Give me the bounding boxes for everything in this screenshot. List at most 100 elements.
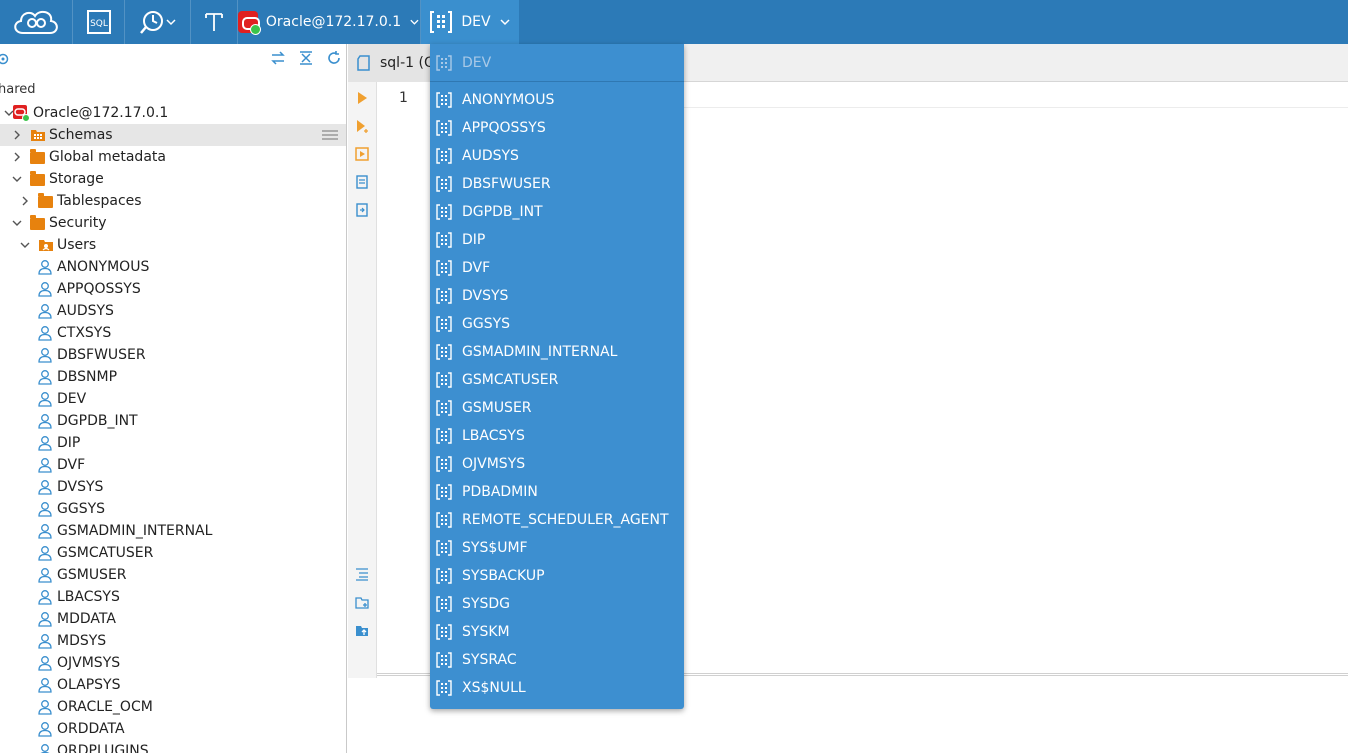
schema-option[interactable]: SYS$UMF: [430, 534, 684, 562]
schema-option[interactable]: ANONYMOUS: [430, 86, 684, 114]
schema-icon: [436, 120, 452, 136]
navigator-header: [0, 44, 346, 74]
schema-option-label: AUDSYS: [462, 148, 519, 164]
schema-option[interactable]: DVF: [430, 254, 684, 282]
tree-node-user[interactable]: MDSYS: [0, 630, 346, 652]
chevron-right-icon[interactable]: [12, 130, 22, 140]
explain-plan-icon[interactable]: [354, 174, 370, 190]
tree-node-user[interactable]: GSMADMIN_INTERNAL: [0, 520, 346, 542]
schema-option-label: GSMADMIN_INTERNAL: [462, 344, 618, 360]
refresh-icon[interactable]: [326, 50, 342, 66]
schema-option[interactable]: SYSBACKUP: [430, 562, 684, 590]
tree-node-users[interactable]: Users: [0, 234, 346, 256]
load-script-icon[interactable]: [354, 202, 370, 218]
schema-option-label: APPQOSSYS: [462, 120, 546, 136]
user-icon: [38, 282, 52, 297]
app-logo-icon[interactable]: [0, 0, 73, 44]
schema-option[interactable]: GSMCATUSER: [430, 366, 684, 394]
schema-icon: [436, 428, 452, 444]
tree-node-user[interactable]: GGSYS: [0, 498, 346, 520]
schema-option[interactable]: GSMADMIN_INTERNAL: [430, 338, 684, 366]
tree-node-label: DIP: [57, 435, 81, 451]
tree-node-user[interactable]: ANONYMOUS: [0, 256, 346, 278]
chevron-down-icon[interactable]: [12, 174, 22, 184]
tree-node-user[interactable]: DBSFWUSER: [0, 344, 346, 366]
user-icon: [38, 524, 52, 539]
tree-node-oracle-172-17-0-1[interactable]: Oracle@172.17.0.1: [0, 102, 346, 124]
tree-node-schemas[interactable]: Schemas: [0, 124, 346, 146]
export-script-icon[interactable]: [354, 594, 370, 610]
tree-node-user[interactable]: DBSNMP: [0, 366, 346, 388]
tree-node-user[interactable]: MDDATA: [0, 608, 346, 630]
transaction-log-button[interactable]: [125, 0, 191, 44]
schema-option[interactable]: DIP: [430, 226, 684, 254]
chevron-down-icon[interactable]: [20, 240, 30, 250]
schema-option[interactable]: SYSRAC: [430, 646, 684, 674]
import-script-icon[interactable]: [354, 622, 370, 638]
navigator-section-label: hared: [0, 82, 36, 97]
schema-option[interactable]: LBACSYS: [430, 422, 684, 450]
schema-option[interactable]: DGPDB_INT: [430, 198, 684, 226]
tree-node-user[interactable]: ORDDATA: [0, 718, 346, 740]
schema-option[interactable]: PDBADMIN: [430, 478, 684, 506]
schema-option[interactable]: DBSFWUSER: [430, 170, 684, 198]
connection-selector[interactable]: Oracle@172.17.0.1: [238, 0, 421, 44]
tree-node-label: OLAPSYS: [57, 677, 121, 693]
schema-option-label: DVF: [462, 260, 491, 276]
tree-node-user[interactable]: GSMUSER: [0, 564, 346, 586]
node-menu-icon[interactable]: [321, 129, 339, 141]
tree-node-global-metadata[interactable]: Global metadata: [0, 146, 346, 168]
collapse-all-icon[interactable]: [298, 50, 314, 66]
schema-option[interactable]: GSMUSER: [430, 394, 684, 422]
chevron-down-icon[interactable]: [165, 16, 177, 28]
tree-node-user[interactable]: LBACSYS: [0, 586, 346, 608]
history-icon: [139, 11, 163, 34]
gear-icon[interactable]: [0, 52, 10, 66]
tree-node-user[interactable]: DIP: [0, 432, 346, 454]
tree-node-label: GSMCATUSER: [57, 545, 154, 561]
schema-option[interactable]: AUDSYS: [430, 142, 684, 170]
tree-node-user[interactable]: DVF: [0, 454, 346, 476]
schema-option-label: DGPDB_INT: [462, 204, 543, 220]
tree-node-label: Global metadata: [49, 149, 166, 165]
tree-node-user[interactable]: DVSYS: [0, 476, 346, 498]
tree-node-user[interactable]: ORACLE_OCM: [0, 696, 346, 718]
schema-option[interactable]: SYSDG: [430, 590, 684, 618]
format-sql-icon[interactable]: [354, 566, 370, 582]
tree-node-user[interactable]: CTXSYS: [0, 322, 346, 344]
chevron-down-icon[interactable]: [12, 218, 22, 228]
tree-node-label: Schemas: [49, 127, 113, 143]
format-button[interactable]: [191, 0, 238, 44]
schema-option[interactable]: XS$NULL: [430, 674, 684, 702]
tree-node-tablespaces[interactable]: Tablespaces: [0, 190, 346, 212]
tree-node-user[interactable]: ORDPLUGINS: [0, 740, 346, 753]
chevron-right-icon[interactable]: [12, 152, 22, 162]
schema-option[interactable]: REMOTE_SCHEDULER_AGENT: [430, 506, 684, 534]
tree-node-label: Users: [57, 237, 97, 253]
database-navigator: hared Oracle@172.17.0.1 Schemas Global met…: [0, 44, 347, 753]
tree-node-security[interactable]: Security: [0, 212, 346, 234]
chevron-right-icon[interactable]: [20, 196, 30, 206]
tree-node-user[interactable]: DGPDB_INT: [0, 410, 346, 432]
schema-option[interactable]: APPQOSSYS: [430, 114, 684, 142]
tree-node-user[interactable]: OLAPSYS: [0, 674, 346, 696]
schema-option[interactable]: OJVMSYS: [430, 450, 684, 478]
tree-node-user[interactable]: GSMCATUSER: [0, 542, 346, 564]
tree-node-user[interactable]: DEV: [0, 388, 346, 410]
schema-option[interactable]: GGSYS: [430, 310, 684, 338]
schema-option[interactable]: SYSKM: [430, 618, 684, 646]
execute-in-new-tab-icon[interactable]: [354, 118, 370, 134]
tree-node-label: GSMUSER: [57, 567, 127, 583]
tree-node-user[interactable]: OJVMSYS: [0, 652, 346, 674]
execute-statement-icon[interactable]: [354, 90, 370, 106]
schema-selector[interactable]: DEV: [421, 0, 519, 44]
user-icon: [38, 392, 52, 407]
tree-node-user[interactable]: AUDSYS: [0, 300, 346, 322]
execute-script-icon[interactable]: [354, 146, 370, 162]
link-with-editor-icon[interactable]: [270, 50, 286, 66]
sql-editor-button[interactable]: SQL: [73, 0, 125, 44]
tree-node-storage[interactable]: Storage: [0, 168, 346, 190]
tree-node-user[interactable]: APPQOSSYS: [0, 278, 346, 300]
schema-icon: [436, 540, 452, 556]
schema-option[interactable]: DVSYS: [430, 282, 684, 310]
